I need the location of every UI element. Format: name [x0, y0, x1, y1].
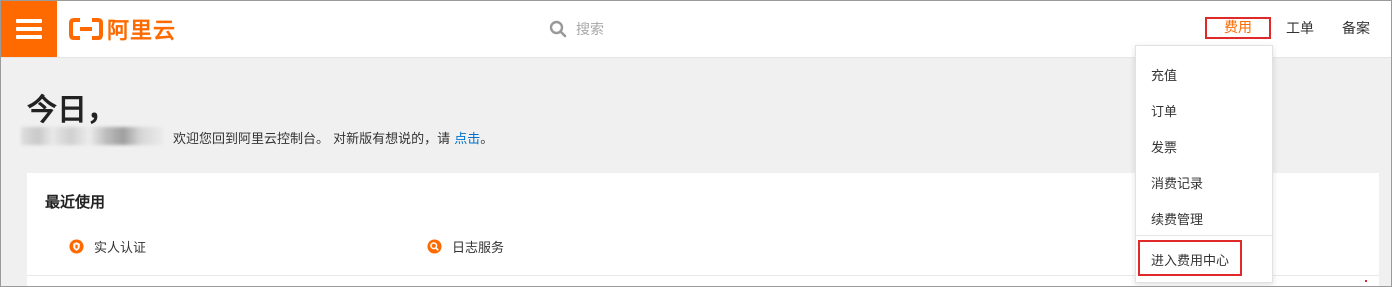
search-box[interactable]: 搜索 [549, 17, 809, 41]
console-window: 阿里云 搜索 费用 工单 备案 今日， 欢迎您回到阿里云控制台。 对新版有想说的… [0, 0, 1392, 287]
recent-item-log-service[interactable]: 日志服务 [427, 237, 505, 256]
welcome-message: 欢迎您回到阿里云控制台。 对新版有想说的，请 点击。 [173, 128, 493, 147]
search-input[interactable]: 搜索 [576, 19, 604, 39]
fee-menu-invoice[interactable]: 发票 [1151, 137, 1177, 156]
welcome-text: 欢迎您回到阿里云控制台。 对新版有想说的，请 [173, 132, 455, 147]
menu-bar-icon [16, 27, 42, 31]
nav-fee[interactable]: 费用 [1205, 17, 1271, 39]
fee-menu-renewal[interactable]: 续费管理 [1151, 209, 1203, 228]
welcome-suffix: 。 [480, 132, 494, 147]
aliyun-logo[interactable]: 阿里云 [69, 14, 176, 44]
search-icon [549, 20, 567, 38]
fee-dropdown-menu: 充值 订单 发票 消费记录 续费管理 进入费用中心 [1135, 45, 1273, 283]
fee-menu-billing-records[interactable]: 消费记录 [1151, 173, 1203, 192]
shield-icon [69, 238, 84, 254]
recent-item-label: 日志服务 [452, 240, 505, 256]
nav-record[interactable]: 备案 [1342, 18, 1370, 40]
recent-item-label: 实人认证 [94, 240, 147, 256]
enter-billing-center-button[interactable]: 进入费用中心 [1138, 240, 1242, 276]
menu-divider [1136, 235, 1272, 236]
fee-menu-orders[interactable]: 订单 [1151, 101, 1177, 120]
greeting-title: 今日， [27, 93, 117, 128]
recent-title: 最近使用 [45, 193, 106, 211]
menu-bar-icon [16, 35, 42, 39]
blurred-username [21, 127, 163, 145]
logo-text: 阿里云 [107, 19, 177, 44]
enter-billing-center-label: 进入费用中心 [1151, 254, 1230, 269]
recent-item-identity-auth[interactable]: 实人认证 [69, 237, 147, 256]
hamburger-menu-button[interactable] [1, 1, 57, 57]
log-search-icon [427, 238, 442, 254]
aliyun-logo-icon [69, 18, 103, 40]
nav-ticket[interactable]: 工单 [1286, 18, 1314, 40]
feedback-link[interactable]: 点击 [454, 132, 480, 147]
fee-menu-recharge[interactable]: 充值 [1151, 65, 1177, 84]
menu-bar-icon [16, 19, 42, 23]
annotation-dot [1365, 280, 1367, 282]
